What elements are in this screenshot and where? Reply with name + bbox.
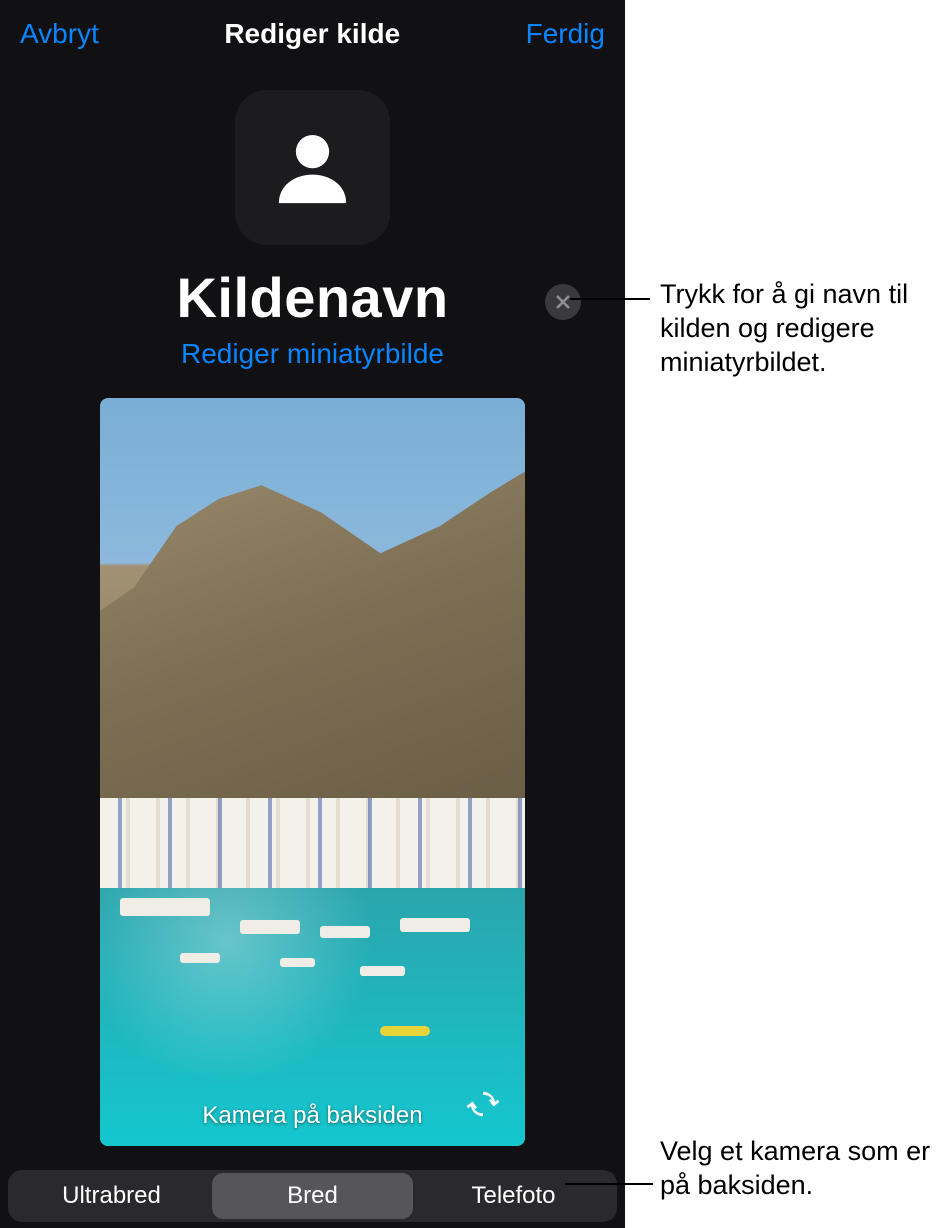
camera-preview: Kamera på baksiden [100, 398, 525, 1146]
preview-kayak [380, 1026, 430, 1036]
flip-camera-icon [462, 1083, 504, 1125]
preview-scenery [100, 458, 525, 798]
segment-wide[interactable]: Bred [212, 1173, 413, 1219]
segment-ultrawide[interactable]: Ultrabred [11, 1173, 212, 1219]
screen-title: Rediger kilde [224, 18, 400, 50]
callouts-panel: Trykk for å gi navn til kilden og redige… [625, 0, 937, 1228]
clear-name-button[interactable] [545, 284, 581, 320]
callout-leader [565, 1183, 653, 1185]
preview-boat [120, 898, 210, 916]
preview-boat [280, 958, 315, 967]
preview-boat [400, 918, 470, 932]
callout-camera: Velg et kamera som er på baksiden. [660, 1135, 937, 1203]
preview-boat [360, 966, 405, 976]
preview-boat [180, 953, 220, 963]
segment-telephoto[interactable]: Telefoto [413, 1173, 614, 1219]
cancel-button[interactable]: Avbryt [20, 18, 99, 50]
person-icon [265, 120, 360, 215]
content-area: Kildenavn Rediger miniatyrbilde Kamera p… [0, 60, 625, 1146]
camera-lens-selector: Ultrabred Bred Telefoto [8, 1170, 617, 1222]
preview-scenery-town [100, 798, 525, 888]
flip-camera-button[interactable] [459, 1080, 507, 1128]
edit-source-screen: Avbryt Rediger kilde Ferdig Kildenavn Re… [0, 0, 625, 1228]
callout-rename: Trykk for å gi navn til kilden og redige… [660, 278, 937, 379]
preview-boat [240, 920, 300, 934]
preview-boat [320, 926, 370, 938]
source-thumbnail[interactable] [235, 90, 390, 245]
source-name-label: Kildenavn [176, 265, 448, 330]
close-icon [554, 293, 572, 311]
callout-leader [570, 298, 650, 300]
done-button[interactable]: Ferdig [526, 18, 605, 50]
edit-thumbnail-button[interactable]: Rediger miniatyrbilde [181, 338, 444, 370]
navigation-bar: Avbryt Rediger kilde Ferdig [0, 0, 625, 60]
